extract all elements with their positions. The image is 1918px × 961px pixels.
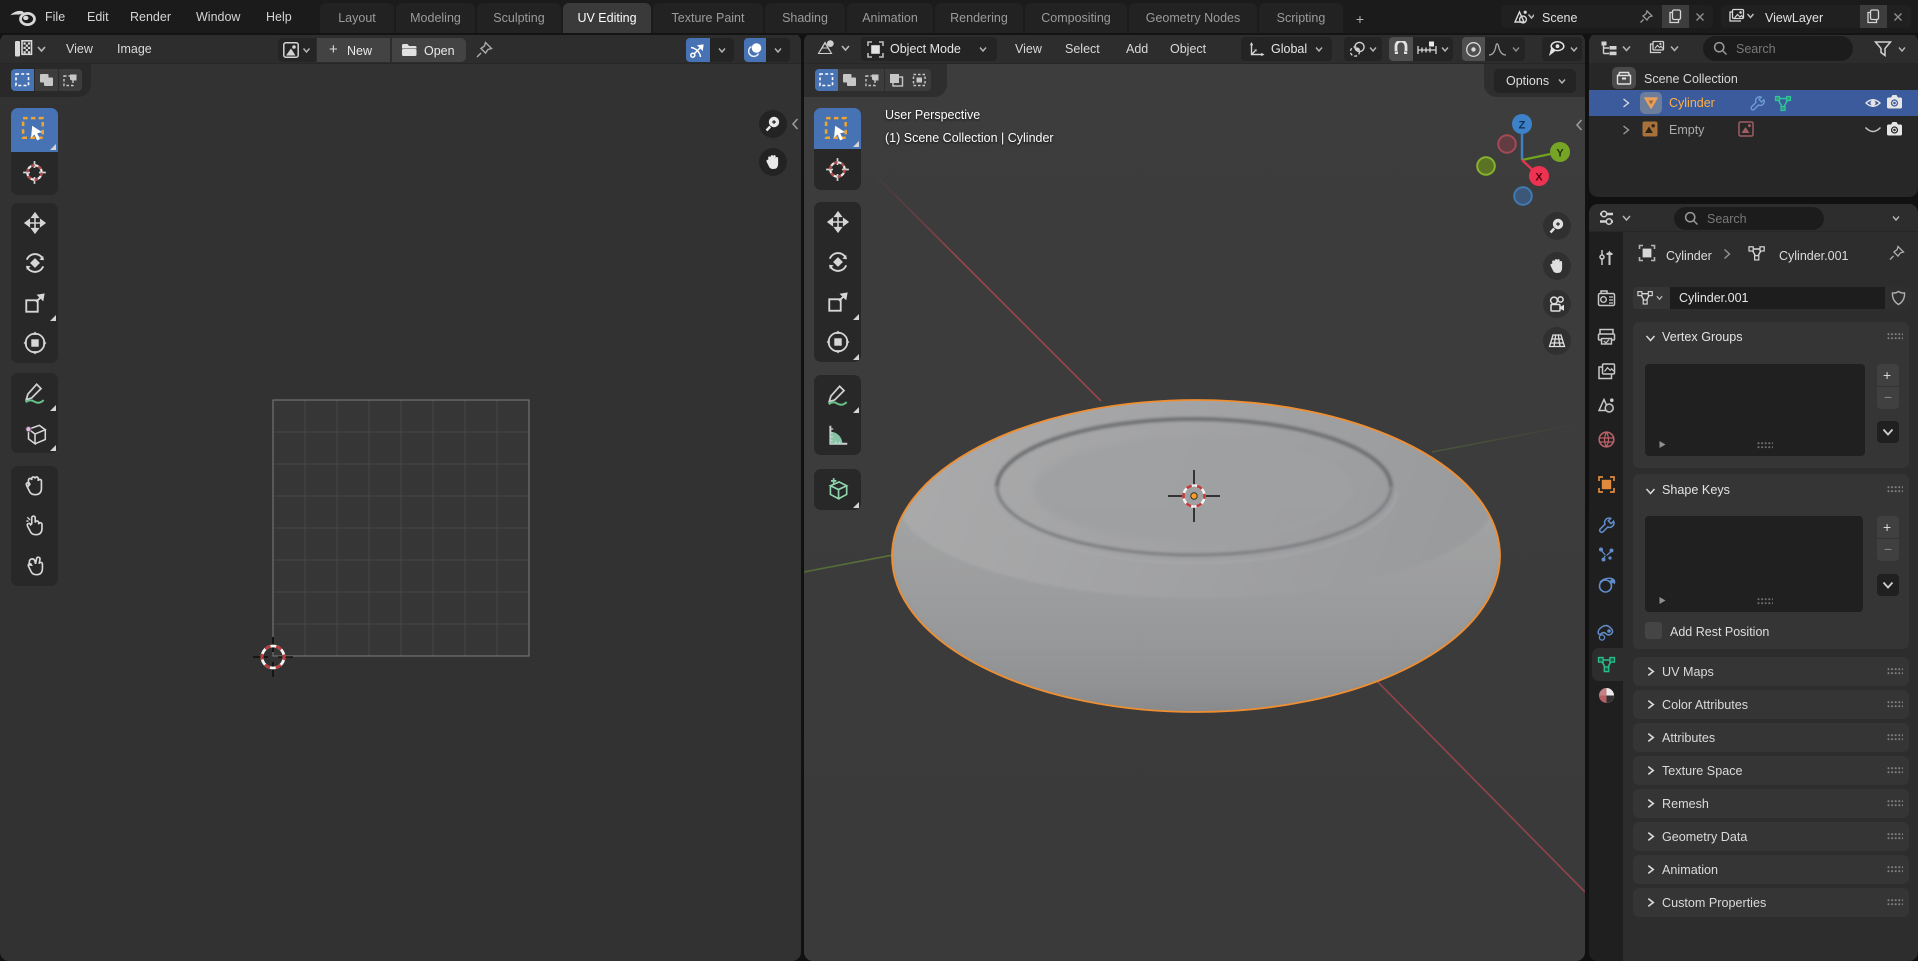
svg-text:Y: Y <box>1556 148 1564 160</box>
svg-text:X: X <box>1535 172 1543 184</box>
svg-text:Z: Z <box>1519 120 1526 132</box>
